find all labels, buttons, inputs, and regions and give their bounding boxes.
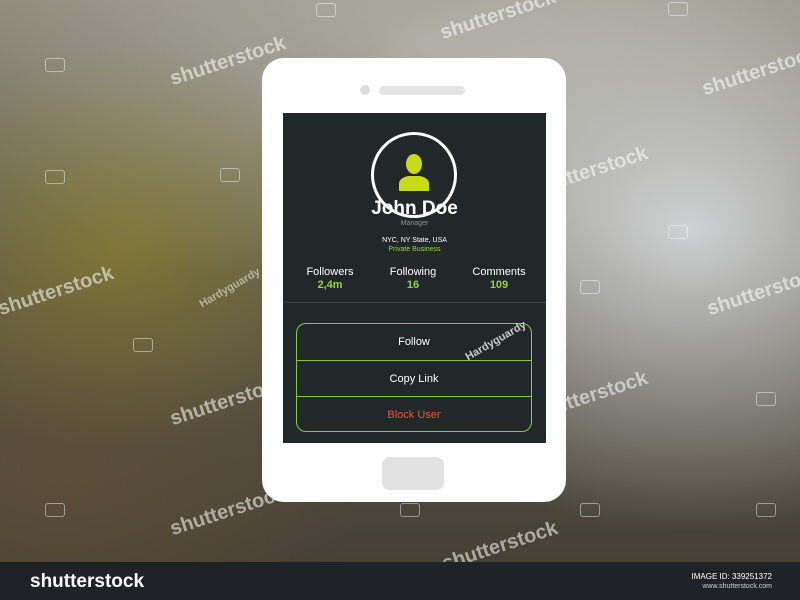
watermark-camera-icon — [580, 503, 600, 517]
watermark-camera-icon — [400, 503, 420, 517]
watermark-text: shutterstock — [699, 42, 800, 101]
watermark-camera-icon — [220, 168, 240, 182]
watermark-camera-icon — [756, 392, 776, 406]
stat-label: Following — [389, 266, 437, 278]
stat-following[interactable]: Following 16 — [372, 266, 454, 291]
stat-followers[interactable]: Followers 2,4m — [289, 266, 371, 291]
watermark-camera-icon — [668, 225, 688, 239]
footer-image-id: IMAGE ID: 339251372 — [691, 572, 773, 581]
stat-label: Comments — [472, 266, 526, 278]
phone-camera — [360, 85, 370, 95]
divider — [283, 302, 546, 303]
profile-name: John Doe — [371, 198, 458, 219]
profile-business: Private Business — [388, 246, 441, 253]
block-user-button[interactable]: Block User — [297, 396, 531, 431]
profile-screen: John Doe Manager NYC, NY State, USA Priv… — [283, 113, 546, 443]
phone-mockup: John Doe Manager NYC, NY State, USA Priv… — [262, 58, 566, 502]
watermark-camera-icon — [756, 503, 776, 517]
footer-brand-logo: shutterstock — [30, 571, 145, 592]
stat-value: 2,4m — [317, 279, 343, 291]
footer-bar: shutterstock IMAGE ID: 339251372 www.shu… — [0, 562, 800, 600]
watermark-text: shutterstock — [704, 262, 800, 321]
user-silhouette-icon — [399, 154, 429, 191]
watermark-camera-icon — [133, 338, 153, 352]
watermark-camera-icon — [668, 2, 688, 16]
watermark-camera-icon — [580, 280, 600, 294]
phone-speaker — [379, 86, 465, 95]
watermark-camera-icon — [45, 58, 65, 72]
stat-value: 109 — [489, 279, 509, 291]
copy-link-button[interactable]: Copy Link — [297, 360, 531, 396]
home-button[interactable] — [382, 457, 444, 490]
profile-role: Manager — [400, 220, 429, 227]
watermark-text: Hardyguardy — [197, 265, 263, 311]
watermark-camera-icon — [45, 503, 65, 517]
stat-value: 16 — [406, 279, 420, 291]
watermark-camera-icon — [45, 170, 65, 184]
stat-comments[interactable]: Comments 109 — [458, 266, 540, 291]
profile-location: NYC, NY State, USA — [382, 237, 447, 244]
watermark-text: shutterstock — [437, 0, 559, 45]
stat-label: Followers — [306, 266, 354, 278]
watermark-text: shutterstock — [0, 262, 117, 321]
watermark-camera-icon — [316, 3, 336, 17]
footer-site: www.shutterstock.com — [702, 583, 772, 590]
